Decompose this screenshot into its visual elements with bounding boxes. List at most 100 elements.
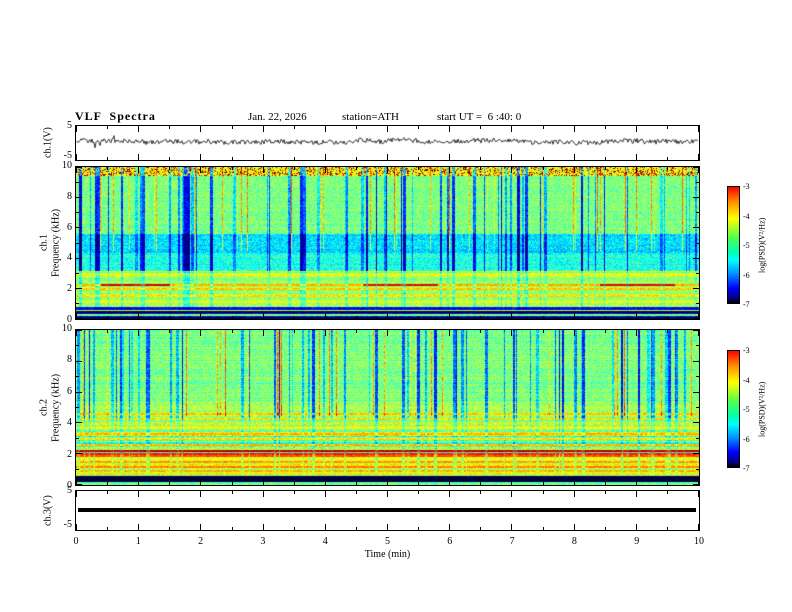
vlf-spectra-figure: VLF Spectra Jan. 22, 2026 station=ATH st… [0, 0, 792, 612]
tick-mark [666, 126, 668, 129]
tick-mark [324, 126, 326, 132]
tick-mark [107, 527, 109, 530]
tick-mark [293, 126, 295, 129]
tick-mark [573, 330, 575, 336]
tick-mark [355, 167, 357, 170]
tick-mark [693, 484, 699, 485]
tick-mark [698, 524, 699, 530]
tick-label: -4 [743, 375, 750, 385]
tick-mark [635, 154, 637, 160]
tick-mark [480, 491, 482, 494]
tick-mark [418, 491, 420, 494]
tick-mark [138, 330, 140, 336]
tick-mark [293, 157, 295, 160]
tick-mark [169, 167, 171, 170]
tick-mark [666, 157, 668, 160]
ch3-wave-ylabel: ch.3(V) [42, 495, 54, 527]
tick-mark [200, 479, 202, 485]
tick-mark [76, 154, 77, 160]
tick-mark [418, 167, 420, 170]
colorbar-ch2 [727, 350, 740, 468]
ch2-spec-freq-axis-label: Frequency (kHz) [50, 373, 62, 442]
tick-mark [480, 167, 482, 170]
tick-label: -3 [743, 346, 750, 355]
tick-mark [387, 313, 388, 319]
tick-mark [107, 330, 109, 333]
tick-label: 2 [198, 536, 204, 547]
ch1-wave-ylabel: ch.1(V) [42, 127, 54, 159]
tick-mark [480, 527, 482, 530]
tick-mark [542, 482, 544, 485]
tick-mark [542, 126, 544, 129]
tick-mark [200, 524, 202, 530]
tick-mark [76, 227, 82, 229]
tick-label: -4 [743, 211, 750, 221]
tick-mark [200, 167, 202, 173]
tick-mark [138, 126, 140, 132]
tick-mark [635, 330, 637, 336]
tick-mark [293, 491, 295, 494]
tick-mark [76, 126, 77, 132]
tick-mark [418, 316, 420, 319]
tick-label: 2 [67, 283, 72, 295]
tick-label: 8 [571, 536, 577, 547]
tick-mark [696, 437, 699, 439]
tick-mark [387, 479, 388, 485]
tick-mark [635, 524, 637, 530]
tick-mark [666, 491, 668, 494]
tick-mark [698, 126, 699, 132]
tick-mark [418, 126, 420, 129]
start-ut-label: start UT = 6 :40: 0 [437, 111, 522, 123]
tick-mark [324, 479, 326, 485]
tick-mark [573, 524, 575, 530]
ch3-wave-ytick-bottom: -5 [63, 519, 72, 530]
tick-mark [169, 491, 171, 494]
tick-label: 9 [634, 536, 640, 547]
tick-mark [449, 491, 451, 497]
tick-label: -7 [743, 464, 750, 473]
tick-mark [76, 302, 79, 304]
tick-mark [511, 330, 513, 336]
ch3-flat-line [78, 508, 696, 512]
tick-mark [387, 524, 388, 530]
tick-mark [449, 330, 451, 336]
tick-mark [262, 330, 264, 336]
tick-mark [200, 154, 202, 160]
tick-mark [76, 491, 77, 497]
tick-mark [231, 330, 233, 333]
tick-mark [355, 330, 357, 333]
tick-mark [76, 376, 79, 378]
tick-mark [542, 491, 544, 494]
tick-mark [324, 167, 326, 173]
tick-mark [604, 126, 606, 129]
tick-mark [418, 157, 420, 160]
ch1-spec-freq-axis-label: Frequency (kHz) [50, 208, 62, 278]
tick-mark [696, 182, 699, 184]
tick-mark [604, 527, 606, 530]
tick-mark [324, 154, 326, 160]
tick-mark [169, 330, 171, 333]
ch1-waveform-panel [75, 125, 700, 161]
tick-mark [635, 126, 637, 132]
date-label: Jan. 22, 2026 [248, 111, 307, 123]
tick-mark [542, 316, 544, 319]
tick-mark [604, 491, 606, 494]
tick-mark [293, 482, 295, 485]
tick-mark [355, 482, 357, 485]
tick-mark [324, 330, 326, 336]
tick-mark [262, 126, 264, 132]
tick-mark [107, 167, 109, 170]
tick-mark [200, 330, 202, 336]
tick-mark [511, 524, 513, 530]
tick-mark [573, 313, 575, 319]
tick-mark [76, 318, 82, 319]
tick-mark [696, 468, 699, 470]
tick-label: 6 [67, 221, 72, 233]
ch1-spectrogram-panel [75, 166, 700, 320]
tick-label: 10 [62, 323, 72, 334]
tick-mark [138, 167, 140, 173]
tick-mark [511, 313, 513, 319]
tick-mark [76, 468, 79, 470]
tick-label: -5 [743, 241, 750, 250]
ch1-spec-channel-label: ch.1 [38, 234, 50, 252]
